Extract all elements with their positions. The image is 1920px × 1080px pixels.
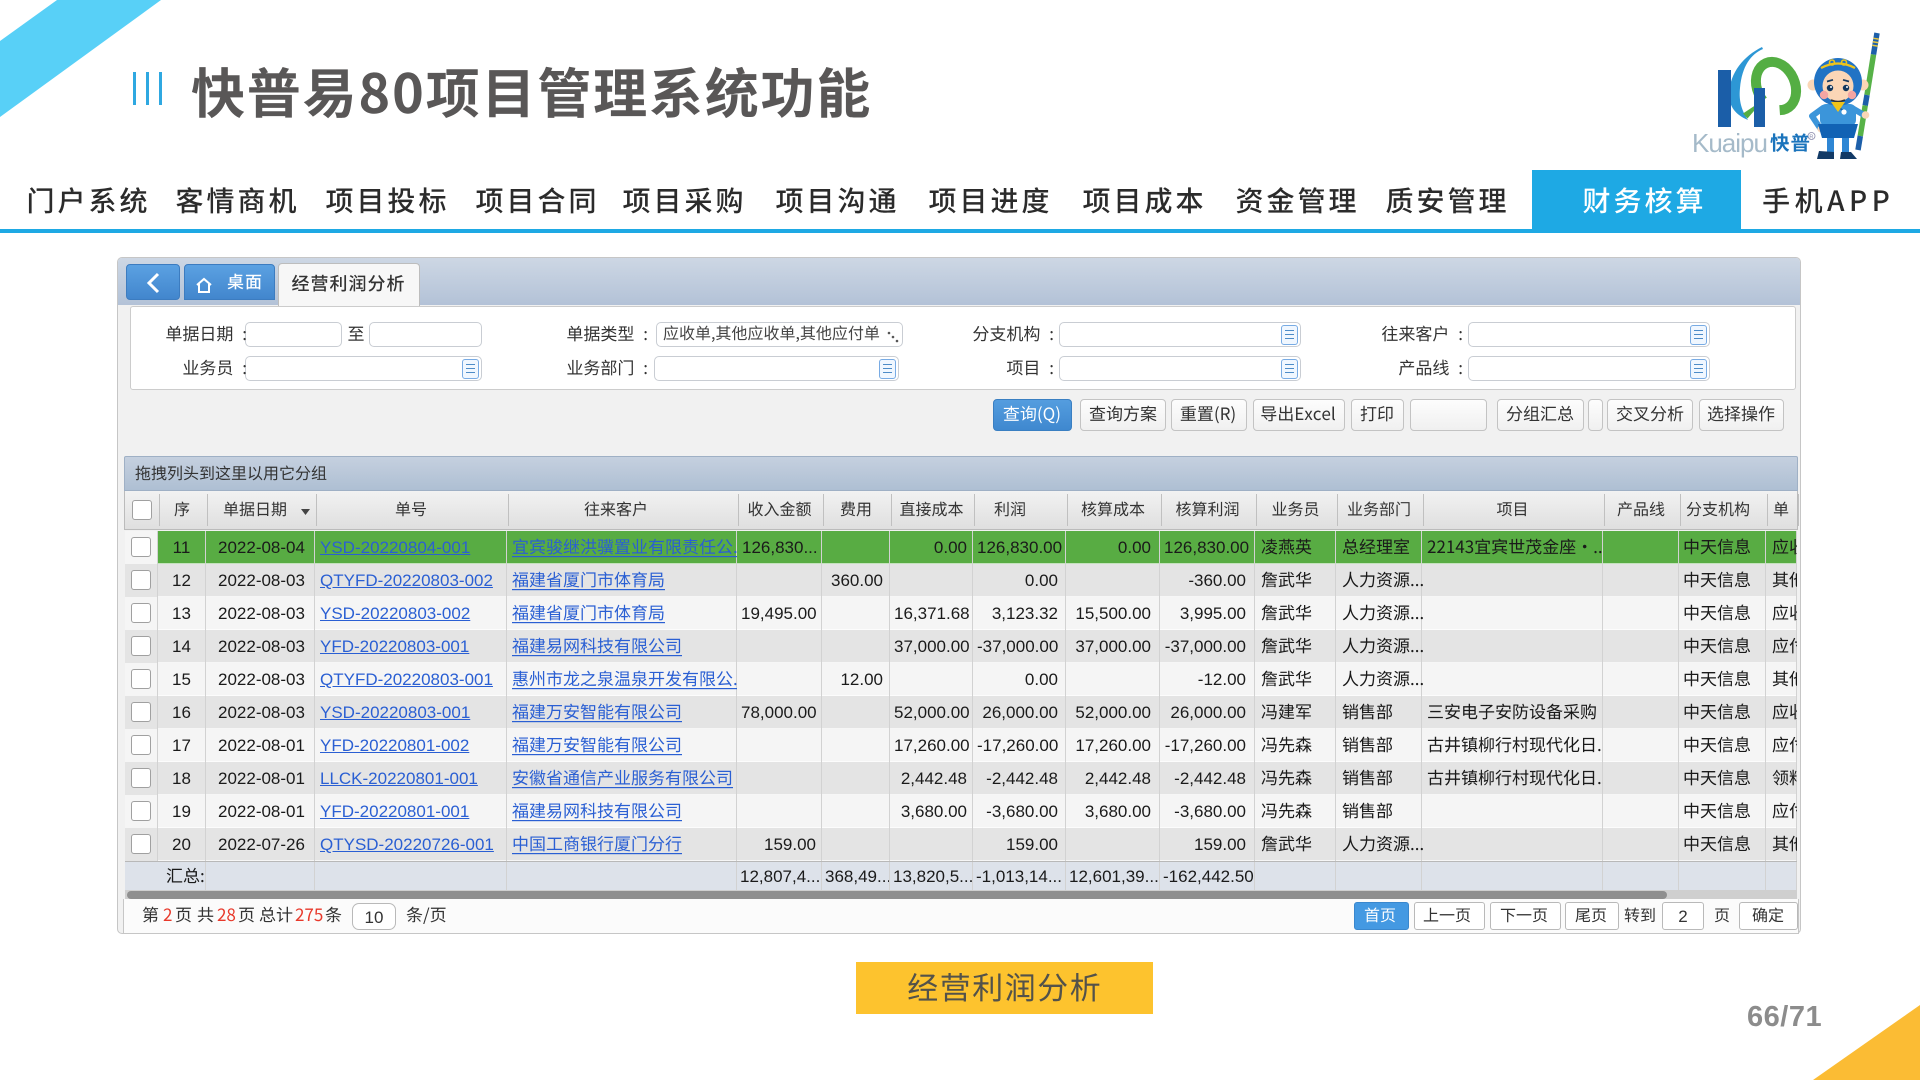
svg-text:Kuaipu: Kuaipu [1692, 128, 1767, 158]
svg-text:R: R [1809, 135, 1813, 141]
